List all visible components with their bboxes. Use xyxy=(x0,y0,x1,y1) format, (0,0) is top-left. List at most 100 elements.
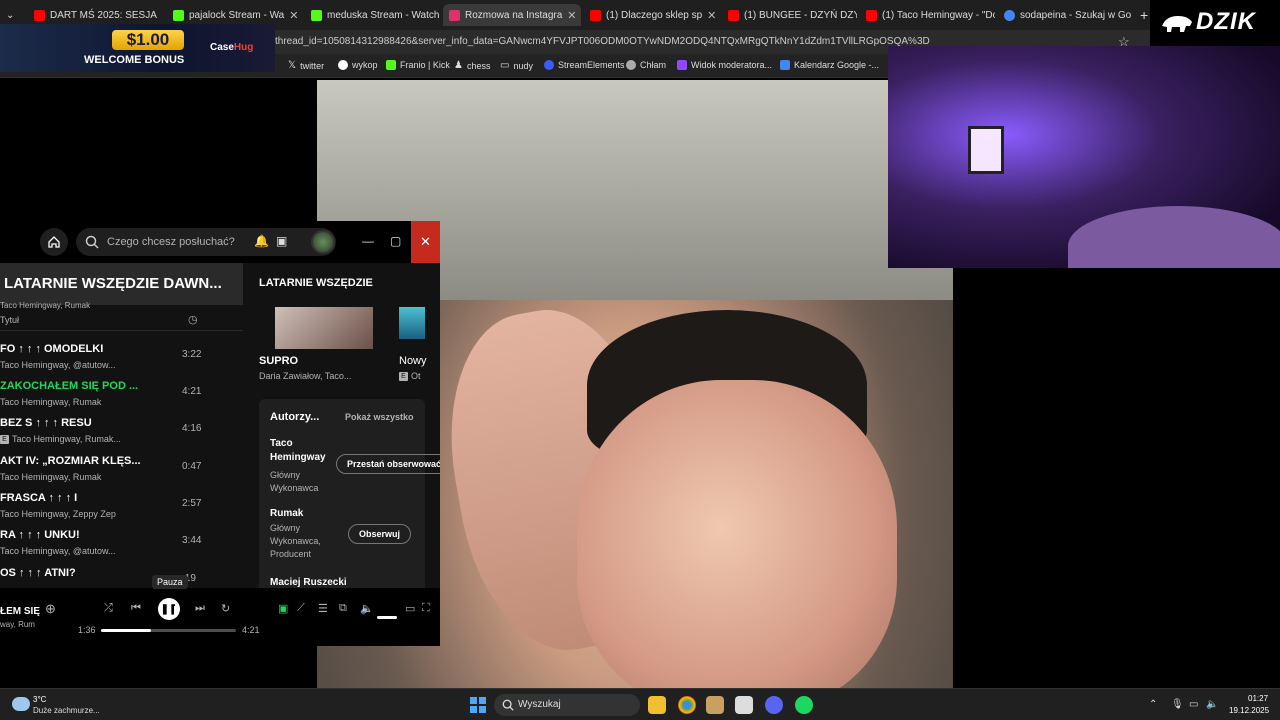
add-to-library-icon[interactable]: ⊕ xyxy=(45,601,56,617)
connect-device-icon[interactable]: ⧉ xyxy=(339,602,347,615)
credits-card: Autorzy... Pokaż wszystko Taco Hemingway… xyxy=(259,399,440,588)
youtube-icon xyxy=(34,9,45,21)
now-playing-view-icon[interactable]: ▣ xyxy=(278,602,288,615)
track-row[interactable]: ZAKOCHAŁEM SIĘ POD ... Taco Hemingway, Ru… xyxy=(0,378,243,415)
tab-2[interactable]: meduska Stream - Watch✕ xyxy=(305,4,440,26)
discord-icon[interactable] xyxy=(765,696,783,714)
track-row[interactable]: AKT IV: „ROZMIAR KLĘS... Taco Hemingway, … xyxy=(0,453,243,490)
tab-0[interactable]: DART MŚ 2025: SESJA✕ xyxy=(28,4,163,26)
bookmark-item[interactable]: wykop xyxy=(338,60,378,70)
show-all-link[interactable]: Pokaż wszystko xyxy=(345,412,414,422)
room-monitor xyxy=(968,126,1004,174)
credit-name[interactable]: Maciej Ruszecki xyxy=(270,576,347,588)
tab-list-button[interactable]: ⌄ xyxy=(0,4,24,26)
album-cover[interactable] xyxy=(399,307,425,339)
spotify-top-bar: Czego chcesz posłuchać? 🔔 ▣ — ▢ ✕ xyxy=(0,221,440,263)
google-icon xyxy=(1004,9,1015,21)
weather-description[interactable]: Duże zachmurze... xyxy=(33,706,100,715)
next-icon[interactable]: ⏭ xyxy=(195,602,205,615)
youtube-icon xyxy=(590,9,601,21)
tab-1[interactable]: pajalock Stream - Wa ✕ xyxy=(167,4,302,26)
follow-button[interactable]: Obserwuj xyxy=(348,524,412,544)
time-current: 1:36 xyxy=(78,625,96,635)
app-icon[interactable] xyxy=(735,696,753,714)
close-icon[interactable]: ✕ xyxy=(289,9,298,22)
app-icon[interactable] xyxy=(706,696,724,714)
explicit-badge: E xyxy=(0,435,9,445)
track-row[interactable]: BEZ S ↑ ↑ ↑ RESU E Taco Hemingway, Rumak..… xyxy=(0,415,243,452)
wykop-icon xyxy=(338,60,348,70)
now-playing-title[interactable]: ŁEM SIĘ xyxy=(0,606,40,617)
album-cover[interactable] xyxy=(275,307,373,349)
repeat-icon[interactable]: ↻ xyxy=(221,602,230,615)
close-icon[interactable]: ✕ xyxy=(567,9,576,22)
bookmark-item[interactable]: ♟ chess xyxy=(454,60,490,71)
clock-icon[interactable]: ◷ xyxy=(188,313,198,326)
now-playing-panel: LATARNIE WSZĘDZIE SUPRO Daria Zawiałow, … xyxy=(247,263,440,588)
avatar[interactable] xyxy=(311,230,335,254)
queue-icon[interactable]: ☰ xyxy=(318,602,328,615)
album-title[interactable]: Nowy xyxy=(399,355,427,367)
bookmark-item[interactable]: Kalendarz Google -... xyxy=(780,60,879,70)
weather-temperature[interactable]: 3°C xyxy=(33,695,46,704)
tab-6[interactable]: (1) Taco Hemingway - "Do✕ xyxy=(860,4,995,26)
miniplayer-icon[interactable]: ▭ xyxy=(405,602,415,615)
tab-4[interactable]: (1) Dlaczego sklep sp ✕ xyxy=(584,4,719,26)
new-tab-button[interactable]: + xyxy=(1134,4,1150,26)
album-title[interactable]: SUPRO xyxy=(259,355,298,367)
track-row[interactable]: RA ↑ ↑ ↑ UNKU! Taco Hemingway, @atutow...… xyxy=(0,527,243,564)
friends-icon[interactable]: ▣ xyxy=(276,234,287,248)
taskbar-search[interactable]: Wyszukaj xyxy=(494,694,640,716)
lyrics-icon[interactable]: ⟋ xyxy=(297,602,305,615)
clock-time[interactable]: 01:27 xyxy=(1248,694,1268,703)
tab-3[interactable]: Rozmowa na Instagra ✕ xyxy=(443,4,581,26)
start-button[interactable] xyxy=(470,697,486,713)
column-title[interactable]: Tytuł xyxy=(0,315,19,325)
close-icon[interactable]: ✕ xyxy=(162,9,163,22)
chrome-icon[interactable] xyxy=(678,696,696,714)
volume-slider[interactable] xyxy=(377,616,397,619)
chevron-up-icon[interactable]: ⌃ xyxy=(1149,699,1157,710)
fullscreen-icon[interactable]: ⛶ xyxy=(422,602,430,615)
progress-bar[interactable] xyxy=(101,629,236,632)
bookmark-item[interactable]: 𝕏twitter xyxy=(288,60,324,71)
track-row[interactable]: FRASCA ↑ ↑ ↑ I Taco Hemingway, Zeppy Zep 2… xyxy=(0,490,243,527)
calendar-icon xyxy=(780,60,790,70)
unfollow-button[interactable]: Przestań obserwować xyxy=(336,454,440,474)
taskbar: 3°C Duże zachmurze... Wyszukaj ⌃ 🎙 ▭ 🔈 0… xyxy=(0,688,1280,720)
previous-icon[interactable]: ⏮ xyxy=(131,602,141,615)
minimize-icon[interactable]: — xyxy=(362,234,374,248)
now-playing-artist[interactable]: way, Rum xyxy=(0,620,35,629)
bookmark-item[interactable]: Chłam xyxy=(626,60,666,70)
microphone-icon[interactable]: 🎙 xyxy=(1171,699,1184,710)
track-row[interactable]: FO ↑ ↑ ↑ OMODELKI Taco Hemingway, @atutow… xyxy=(0,341,243,378)
bookmark-item[interactable]: Widok moderatora... xyxy=(677,60,772,70)
bookmark-item[interactable]: StreamElements xyxy=(544,60,625,70)
bookmark-item[interactable]: ▭ nudy xyxy=(500,60,533,71)
casino-banner[interactable]: $1.00 WELCOME BONUS CaseHug xyxy=(0,24,275,72)
close-icon[interactable]: ✕ xyxy=(707,9,716,22)
spotify-icon[interactable] xyxy=(795,696,813,714)
track-row[interactable]: OS ↑ ↑ ↑ ATNI?:19 xyxy=(0,565,243,588)
file-explorer-icon[interactable] xyxy=(648,696,666,714)
clock-date[interactable]: 19.12.2025 xyxy=(1229,706,1269,715)
volume-icon[interactable]: 🔈 xyxy=(1206,699,1218,710)
tab-5[interactable]: (1) BUNGEE - DZYŃ DZYŃ✕ xyxy=(722,4,857,26)
search-placeholder: Czego chcesz posłuchać? xyxy=(107,236,235,248)
network-icon[interactable]: ▭ xyxy=(1189,699,1198,710)
pause-tooltip: Pauza xyxy=(152,575,188,589)
credit-name[interactable]: Taco Hemingway xyxy=(270,437,334,465)
url-text[interactable]: thread_id=1050814312988426&server_info_d… xyxy=(275,36,930,47)
bell-icon[interactable]: 🔔 xyxy=(254,234,269,248)
tab-7[interactable]: sodapeina - Szukaj w Go✕ xyxy=(998,4,1133,26)
playlist-header: LATARNIE WSZĘDZIE DAWN... xyxy=(0,263,243,305)
volume-icon[interactable]: 🔈 xyxy=(360,602,374,615)
home-button[interactable] xyxy=(40,228,68,256)
column-header: Taco Hemingway, Rumak Tytuł ◷ xyxy=(0,301,243,331)
bookmark-item[interactable]: Franio | Kick xyxy=(386,60,450,70)
shuffle-icon[interactable]: ⤮ xyxy=(104,602,113,615)
search-input[interactable]: Czego chcesz posłuchać? xyxy=(76,228,336,256)
credit-name[interactable]: Rumak xyxy=(270,507,303,521)
maximize-icon[interactable]: ▢ xyxy=(390,234,401,248)
close-window-button[interactable]: ✕ xyxy=(411,221,440,263)
